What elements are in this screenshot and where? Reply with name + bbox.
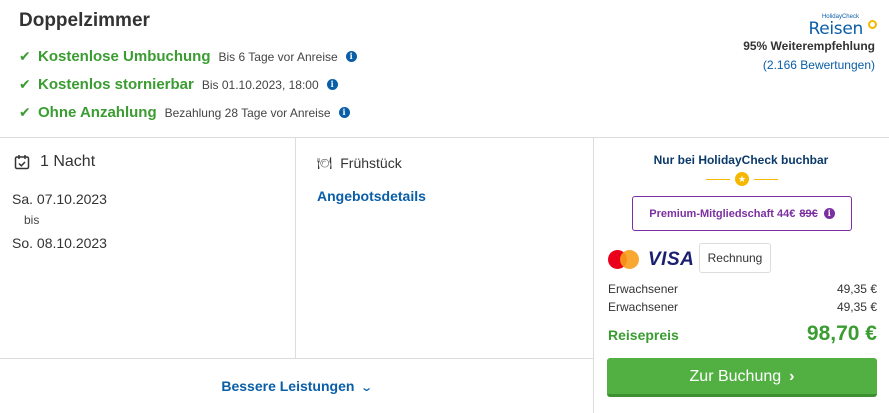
nights-count: 1 Nacht <box>40 153 96 170</box>
invoice-payment-badge: Rechnung <box>699 243 771 273</box>
better-services-toggle[interactable]: Bessere Leistungen ⌄ <box>0 378 593 394</box>
feature-detail: Bis 6 Tage vor Anreise <box>218 49 338 64</box>
calendar-icon <box>14 155 30 170</box>
divider-line <box>754 179 778 180</box>
better-services-label: Bessere Leistungen <box>221 378 355 394</box>
divider <box>593 137 594 413</box>
exclusive-label: Nur bei HolidayCheck buchbar <box>653 153 829 167</box>
divider-line <box>706 179 730 180</box>
feature-name: Ohne Anzahlung <box>38 104 157 121</box>
info-icon[interactable]: i <box>823 208 835 219</box>
feature-free-cancellation: ✔ Kostenlos stornierbar Bis 01.10.2023, … <box>19 76 338 93</box>
info-icon[interactable]: i <box>338 107 350 118</box>
feature-detail: Bis 01.10.2023, 18:00 <box>201 77 319 92</box>
feature-no-deposit: ✔ Ohne Anzahlung Bezahlung 28 Tage vor A… <box>19 104 350 121</box>
premium-old-price: 89€ <box>799 207 818 220</box>
departure-date: So. 08.10.2023 <box>12 235 107 251</box>
offer-details-link[interactable]: Angebotsdetails <box>317 188 426 204</box>
divider <box>0 137 889 138</box>
room-title: Doppelzimmer <box>19 10 150 31</box>
meal-label: Frühstück <box>340 155 402 171</box>
visa-logo: VISA <box>648 249 695 270</box>
chevron-right-icon: › <box>789 368 795 385</box>
cutlery-icon: 🍽 <box>317 156 333 170</box>
divider <box>295 137 296 358</box>
star-divider: ★ <box>706 172 778 186</box>
divider <box>0 358 593 359</box>
reviews-link[interactable]: (2.166 Bewertungen) <box>763 58 875 72</box>
chevron-down-icon: ⌄ <box>360 382 374 394</box>
feature-free-rebooking: ✔ Kostenlose Umbuchung Bis 6 Tage vor An… <box>19 48 357 65</box>
logo-name: Reisen <box>808 19 863 39</box>
meal-plan: 🍽 Frühstück <box>317 155 402 171</box>
book-button-label: Zur Buchung <box>689 368 782 385</box>
feature-name: Kostenlos stornierbar <box>38 76 194 93</box>
total-price: Reisepreis 98,70 € <box>608 322 877 346</box>
check-icon: ✔ <box>19 48 31 64</box>
date-separator: bis <box>24 213 40 227</box>
info-icon[interactable]: i <box>326 79 338 90</box>
recommendation-rate: 95% Weiterempfehlung <box>743 39 875 53</box>
sun-icon <box>868 20 877 29</box>
total-label: Reisepreis <box>608 327 679 343</box>
price-row-amount: 49,35 € <box>836 282 877 296</box>
holidaycheck-reisen-logo: HolidayCheck Reisen <box>808 14 877 39</box>
price-row: Erwachsener 49,35 € <box>608 282 877 296</box>
premium-membership-button[interactable]: Premium-Mitgliedschaft 44€ 89€ i <box>632 196 852 231</box>
nights-info: 1 Nacht <box>14 153 95 171</box>
price-row-amount: 49,35 € <box>836 300 877 314</box>
info-icon[interactable]: i <box>345 51 357 62</box>
offer-header: Doppelzimmer ✔ Kostenlose Umbuchung Bis … <box>0 0 889 137</box>
feature-name: Kostenlose Umbuchung <box>38 48 211 65</box>
feature-detail: Bezahlung 28 Tage vor Anreise <box>164 105 331 120</box>
mastercard-icon <box>608 250 640 269</box>
check-icon: ✔ <box>19 76 31 92</box>
check-icon: ✔ <box>19 104 31 120</box>
price-row-label: Erwachsener <box>608 282 679 296</box>
star-icon: ★ <box>735 172 749 186</box>
arrival-date: Sa. 07.10.2023 <box>12 191 107 207</box>
premium-label: Premium-Mitgliedschaft 44€ <box>649 207 796 220</box>
price-row: Erwachsener 49,35 € <box>608 300 877 314</box>
logo-text: Reisen <box>808 14 877 39</box>
total-amount: 98,70 € <box>806 322 877 345</box>
price-row-label: Erwachsener <box>608 300 679 314</box>
book-button[interactable]: Zur Buchung › <box>607 358 877 397</box>
